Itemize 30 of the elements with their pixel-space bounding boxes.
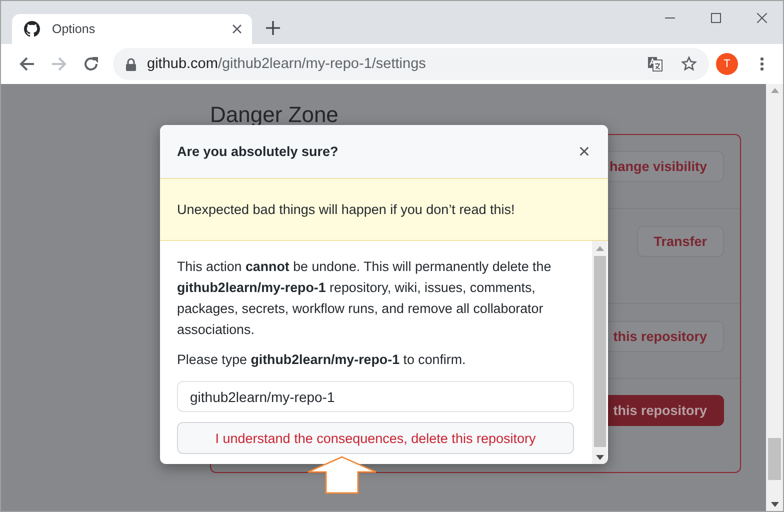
page-button[interactable]: Transfer <box>636 226 724 257</box>
scrollbar-thumb[interactable] <box>594 256 606 447</box>
reload-icon[interactable] <box>83 56 99 72</box>
close-button[interactable]: × <box>578 142 590 162</box>
scrollbar[interactable] <box>592 241 607 464</box>
browser-tab[interactable]: Options <box>12 14 252 44</box>
cat-logo-icon <box>24 21 40 37</box>
scroll-down-icon[interactable] <box>770 502 778 507</box>
close-icon[interactable] <box>232 24 242 34</box>
plus-icon[interactable] <box>266 21 280 35</box>
address-bar[interactable]: github.com/github2learn/my-repo-1/settings <box>113 48 709 80</box>
close-icon[interactable] <box>757 13 767 23</box>
url-text: github.com/github2learn/my-repo-1/settings <box>147 56 426 72</box>
delete-button[interactable]: I understand the consequences, delete this repository <box>177 422 574 454</box>
lock-icon <box>126 58 136 70</box>
menu-icon[interactable] <box>760 56 764 72</box>
back-icon[interactable] <box>19 56 35 72</box>
confirm-input[interactable]: github2learn/my-repo-1 <box>177 381 574 412</box>
scroll-down-icon[interactable] <box>596 455 604 460</box>
star-icon[interactable] <box>681 56 697 72</box>
maximize-icon[interactable] <box>711 13 721 23</box>
confirm-instruction: Please type github2learn/my-repo-1 to confirm. <box>177 351 467 369</box>
section-heading: Danger Zone <box>210 102 340 128</box>
scrollbar[interactable] <box>766 84 783 511</box>
scrollbar-thumb[interactable] <box>768 438 781 480</box>
warning-paragraph: This action cannot be undone. This will permanently delete the github2learn/my-repo-1 repository, wiki, issues, comments, packages, secrets, workflow runs, and remove all collaborator associations. <box>177 258 552 339</box>
warning-text: Unexpected bad things will happen if you don’t read this! <box>177 202 515 217</box>
dialog-title: Are you absolutely sure? <box>177 144 338 159</box>
avatar[interactable]: T <box>716 53 738 75</box>
translate-icon[interactable] <box>647 56 663 72</box>
